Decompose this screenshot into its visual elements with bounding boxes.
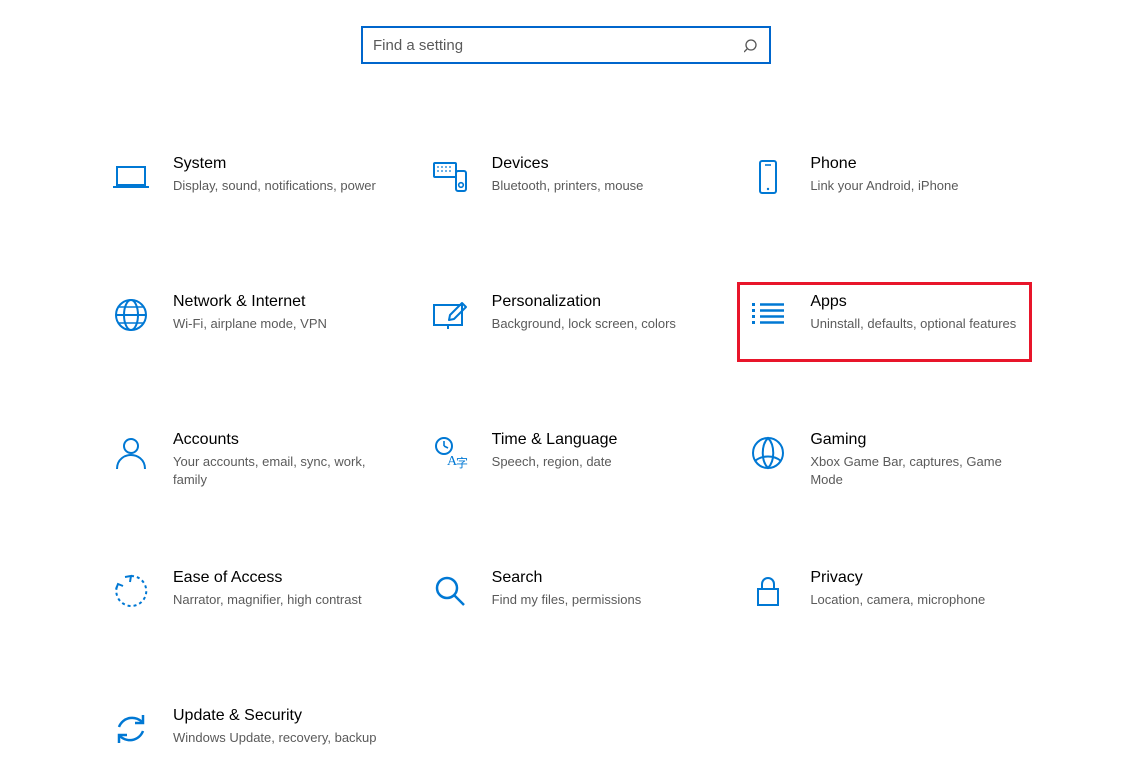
category-phone[interactable]: Phone Link your Android, iPhone <box>737 144 1032 224</box>
search-box[interactable] <box>361 26 771 64</box>
laptop-icon <box>111 157 151 197</box>
category-desc: Windows Update, recovery, backup <box>173 729 383 747</box>
search-icon <box>744 38 759 53</box>
globe-icon <box>111 295 151 335</box>
category-title: Search <box>492 569 703 587</box>
apps-icon <box>748 295 788 335</box>
category-desc: Xbox Game Bar, captures, Game Mode <box>810 453 1020 488</box>
devices-icon <box>430 157 470 197</box>
category-desc: Background, lock screen, colors <box>492 315 702 333</box>
gaming-icon <box>748 433 788 473</box>
category-accounts[interactable]: Accounts Your accounts, email, sync, work… <box>100 420 395 500</box>
category-title: Ease of Access <box>173 569 384 587</box>
category-update-security[interactable]: Update & Security Windows Update, recover… <box>100 696 395 776</box>
category-desc: Narrator, magnifier, high contrast <box>173 591 383 609</box>
category-title: Apps <box>810 293 1021 311</box>
category-network-internet[interactable]: Network & Internet Wi-Fi, airplane mode, … <box>100 282 395 362</box>
category-system[interactable]: System Display, sound, notifications, pow… <box>100 144 395 224</box>
category-desc: Display, sound, notifications, power <box>173 177 383 195</box>
category-desc: Your accounts, email, sync, work, family <box>173 453 383 488</box>
category-title: Gaming <box>810 431 1021 449</box>
category-title: Devices <box>492 155 703 173</box>
ease-icon <box>111 571 151 611</box>
category-ease-of-access[interactable]: Ease of Access Narrator, magnifier, high … <box>100 558 395 638</box>
category-gaming[interactable]: Gaming Xbox Game Bar, captures, Game Mode <box>737 420 1032 500</box>
category-apps[interactable]: Apps Uninstall, defaults, optional featur… <box>737 282 1032 362</box>
category-devices[interactable]: Devices Bluetooth, printers, mouse <box>419 144 714 224</box>
category-title: Privacy <box>810 569 1021 587</box>
category-privacy[interactable]: Privacy Location, camera, microphone <box>737 558 1032 638</box>
person-icon <box>111 433 151 473</box>
category-title: System <box>173 155 384 173</box>
category-title: Accounts <box>173 431 384 449</box>
category-title: Personalization <box>492 293 703 311</box>
category-title: Time & Language <box>492 431 703 449</box>
category-desc: Bluetooth, printers, mouse <box>492 177 702 195</box>
category-search[interactable]: Search Find my files, permissions <box>419 558 714 638</box>
update-icon <box>111 709 151 749</box>
category-desc: Wi-Fi, airplane mode, VPN <box>173 315 383 333</box>
search-input[interactable] <box>371 36 744 55</box>
category-desc: Speech, region, date <box>492 453 702 471</box>
personalize-icon <box>430 295 470 335</box>
category-time-language[interactable]: Time & Language Speech, region, date <box>419 420 714 500</box>
search-icon <box>430 571 470 611</box>
category-title: Phone <box>810 155 1021 173</box>
phone-icon <box>748 157 788 197</box>
category-title: Update & Security <box>173 707 384 725</box>
category-desc: Location, camera, microphone <box>810 591 1020 609</box>
category-desc: Link your Android, iPhone <box>810 177 1020 195</box>
category-desc: Uninstall, defaults, optional features <box>810 315 1020 333</box>
category-personalization[interactable]: Personalization Background, lock screen, … <box>419 282 714 362</box>
timelang-icon <box>430 433 470 473</box>
category-desc: Find my files, permissions <box>492 591 702 609</box>
lock-icon <box>748 571 788 611</box>
category-title: Network & Internet <box>173 293 384 311</box>
